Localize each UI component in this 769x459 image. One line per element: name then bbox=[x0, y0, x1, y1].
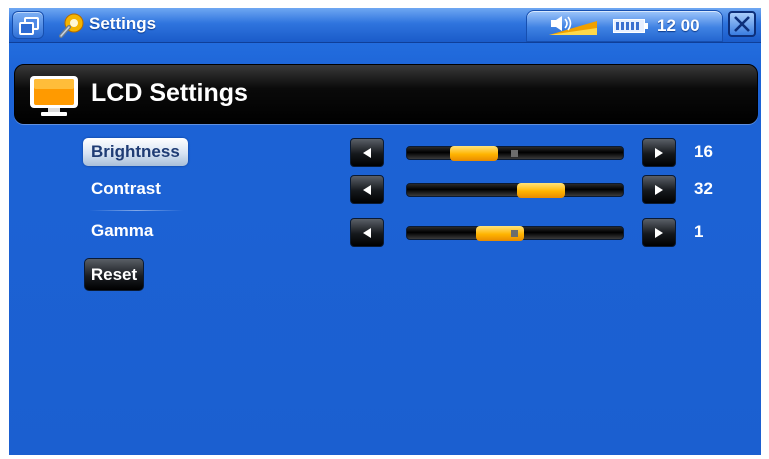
clock: 12 00 bbox=[657, 16, 700, 35]
status-area: 12 00 bbox=[526, 10, 723, 42]
arrow-right-icon bbox=[655, 148, 663, 158]
arrow-left-icon bbox=[363, 185, 371, 195]
menu-item-brightness[interactable]: Brightness bbox=[83, 138, 188, 166]
close-icon bbox=[734, 16, 750, 32]
section-header: LCD Settings bbox=[14, 64, 758, 124]
top-bar: Settings 12 00 bbox=[9, 8, 761, 43]
gamma-value: 1 bbox=[694, 222, 704, 241]
contrast-slider[interactable] bbox=[406, 183, 624, 198]
arrow-left-icon bbox=[363, 228, 371, 238]
contrast-value: 32 bbox=[694, 179, 713, 198]
brightness-slider-thumb[interactable] bbox=[449, 146, 498, 161]
gamma-default-marker bbox=[511, 230, 518, 237]
brightness-slider[interactable] bbox=[406, 146, 624, 161]
contrast-slider-thumb[interactable] bbox=[516, 183, 565, 198]
page-title: LCD Settings bbox=[91, 79, 248, 107]
contrast-decrease-button[interactable] bbox=[350, 175, 384, 204]
menu-separator bbox=[89, 210, 184, 211]
brightness-default-marker bbox=[511, 150, 518, 157]
app-title: Settings bbox=[89, 14, 157, 33]
window-switch-icon[interactable] bbox=[12, 11, 44, 39]
close-button[interactable] bbox=[728, 11, 756, 37]
gamma-decrease-button[interactable] bbox=[350, 218, 384, 247]
volume-icon[interactable] bbox=[543, 15, 599, 37]
brightness-value: 16 bbox=[694, 142, 713, 161]
battery-icon bbox=[613, 19, 648, 33]
arrow-right-icon bbox=[655, 185, 663, 195]
menu-item-gamma[interactable]: Gamma bbox=[83, 217, 188, 245]
device-screen: Settings 12 00 LCD Settings Brightness C… bbox=[9, 8, 761, 455]
menu-item-contrast[interactable]: Contrast bbox=[83, 175, 188, 203]
settings-gear-icon bbox=[59, 13, 84, 38]
contrast-increase-button[interactable] bbox=[642, 175, 676, 204]
gamma-slider[interactable] bbox=[406, 226, 624, 241]
brightness-increase-button[interactable] bbox=[642, 138, 676, 167]
reset-button[interactable]: Reset bbox=[84, 258, 144, 291]
arrow-right-icon bbox=[655, 228, 663, 238]
brightness-decrease-button[interactable] bbox=[350, 138, 384, 167]
arrow-left-icon bbox=[363, 148, 371, 158]
monitor-icon bbox=[30, 76, 78, 116]
gamma-increase-button[interactable] bbox=[642, 218, 676, 247]
